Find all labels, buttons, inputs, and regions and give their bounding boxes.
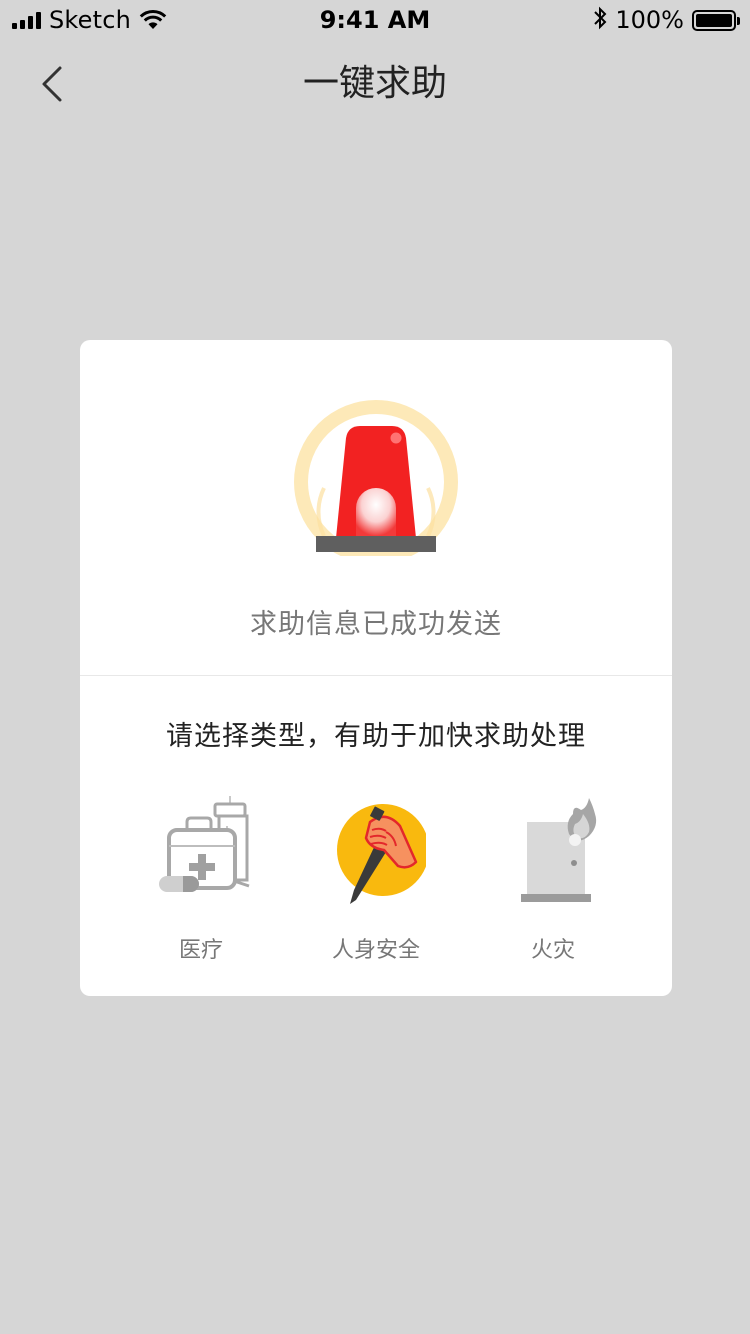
type-prompt: 请选择类型，有助于加快求助处理 [166,721,586,752]
page-title: 一键求助 [302,63,447,104]
fire-door-icon [521,798,597,902]
battery-tip [737,16,740,25]
option-personal-safety[interactable]: 人身安全 [301,792,451,972]
option-fire[interactable]: 火灾 [478,792,628,972]
divider [80,675,672,676]
knife-hand-icon [337,804,426,904]
battery-percentage: 100% [615,6,684,34]
option-label: 医疗 [178,938,223,963]
bluetooth-icon [593,6,607,34]
option-label: 火灾 [530,938,575,963]
help-card: 求助信息已成功发送 请选择类型，有助于加快求助处理 医疗 人身安全 火灾 [80,340,672,996]
navigation-bar: 一键求助 [0,40,750,128]
success-message: 求助信息已成功发送 [250,609,502,640]
medical-kit-icon [159,796,250,892]
battery-icon [692,9,740,31]
battery-fill [696,13,732,27]
option-medical[interactable]: 医疗 [126,792,276,972]
status-bar: Sketch 9:41 AM 100% [0,0,750,40]
option-label: 人身安全 [331,938,420,963]
status-right: 100% [593,4,740,36]
siren-icon [294,400,458,556]
help-type-options: 医疗 人身安全 火灾 [80,792,672,972]
